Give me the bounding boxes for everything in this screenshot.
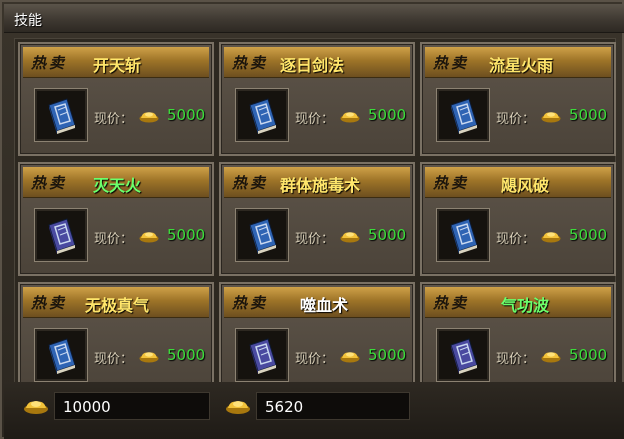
- card-header: 热卖 灭天火: [23, 167, 209, 198]
- skill-name: 开天斩: [93, 56, 142, 75]
- shop-item-card[interactable]: 热卖 群体施毒术现价： 5000: [219, 162, 415, 276]
- price-label: 现价：: [496, 232, 536, 247]
- price-label: 现价：: [496, 112, 536, 127]
- shop-item-card[interactable]: 热卖 噬血术现价： 5000: [219, 282, 415, 396]
- gold-ingot-icon: [340, 232, 360, 243]
- skill-name: 群体施毒术: [280, 176, 361, 195]
- gold-ingot-icon: [139, 232, 159, 243]
- purple-book-icon: [48, 218, 76, 254]
- hot-sale-label: 热卖: [232, 174, 269, 192]
- shop-item-card[interactable]: 热卖 逐日剑法现价： 5000: [219, 42, 415, 156]
- card-header: 热卖 开天斩: [23, 47, 209, 78]
- item-slot[interactable]: [235, 88, 289, 142]
- skill-name: 噬血术: [300, 296, 349, 315]
- skill-name: 灭天火: [93, 176, 142, 195]
- card-header: 热卖 流星火雨: [425, 47, 611, 78]
- item-slot[interactable]: [34, 328, 88, 382]
- hot-sale-label: 热卖: [433, 54, 470, 72]
- item-slot[interactable]: [34, 88, 88, 142]
- gold-amount-field: 10000: [54, 392, 210, 420]
- price-value: 5000: [569, 106, 608, 124]
- price-value: 5000: [368, 106, 407, 124]
- price-value: 5000: [569, 226, 608, 244]
- price-value: 5000: [569, 346, 608, 364]
- item-slot[interactable]: [235, 328, 289, 382]
- item-slot[interactable]: [235, 208, 289, 262]
- item-grid: 热卖 开天斩 现价： 5000 热卖 逐日剑法 现价： 5000 热卖 流星火雨 现价： 5000 热卖…: [14, 38, 616, 396]
- blue-book-icon: [48, 98, 76, 134]
- blue-book-icon: [48, 338, 76, 374]
- card-header: 热卖 群体施毒术: [224, 167, 410, 198]
- skill-name: 逐日剑法: [280, 56, 345, 75]
- window-title: 技能: [14, 13, 42, 29]
- price-label: 现价：: [295, 352, 335, 367]
- blue-book-icon: [450, 218, 478, 254]
- shop-item-card[interactable]: 热卖 流星火雨现价： 5000: [420, 42, 616, 156]
- shop-item-card[interactable]: 热卖 开天斩现价： 5000: [18, 42, 214, 156]
- item-slot[interactable]: [34, 208, 88, 262]
- blue-book-icon: [450, 98, 478, 134]
- title-bar[interactable]: 技能: [4, 4, 624, 33]
- shop-item-card[interactable]: 热卖 无极真气现价： 5000: [18, 282, 214, 396]
- item-slot[interactable]: [436, 88, 490, 142]
- gold-ingot-icon: [139, 352, 159, 363]
- shop-item-card[interactable]: 热卖 飓风破现价： 5000: [420, 162, 616, 276]
- gold-ingot-icon: [541, 112, 561, 123]
- purple-book-icon: [249, 338, 277, 374]
- price-value: 5000: [368, 226, 407, 244]
- gold-ingot-icon: [24, 401, 48, 414]
- gold-ingot-icon: [340, 352, 360, 363]
- hot-sale-label: 热卖: [433, 294, 470, 312]
- price-label: 现价：: [295, 112, 335, 127]
- price-label: 现价：: [94, 112, 134, 127]
- blue-book-icon: [249, 98, 277, 134]
- hot-sale-label: 热卖: [31, 174, 68, 192]
- skill-name: 流星火雨: [489, 56, 554, 75]
- skill-name: 无极真气: [85, 296, 150, 315]
- price-value: 5000: [368, 346, 407, 364]
- card-header: 热卖 飓风破: [425, 167, 611, 198]
- price-value: 5000: [167, 226, 206, 244]
- gold-ingot-icon: [139, 112, 159, 123]
- blue-book-icon: [249, 218, 277, 254]
- card-header: 热卖 逐日剑法: [224, 47, 410, 78]
- yuanbao-amount-field: 5620: [256, 392, 410, 420]
- card-header: 热卖 噬血术: [224, 287, 410, 318]
- hot-sale-label: 热卖: [232, 54, 269, 72]
- skill-name: 气功波: [501, 296, 550, 315]
- hot-sale-label: 热卖: [31, 54, 68, 72]
- gold-ingot-icon: [541, 232, 561, 243]
- price-value: 5000: [167, 346, 206, 364]
- card-header: 热卖 无极真气: [23, 287, 209, 318]
- gold-ingot-icon: [541, 352, 561, 363]
- price-label: 现价：: [94, 352, 134, 367]
- item-slot[interactable]: [436, 208, 490, 262]
- price-value: 5000: [167, 106, 206, 124]
- item-slot[interactable]: [436, 328, 490, 382]
- gold-ingot-icon: [340, 112, 360, 123]
- price-label: 现价：: [295, 232, 335, 247]
- currency-bar: 10000 5620: [4, 382, 624, 439]
- shop-item-card[interactable]: 热卖 气功波现价： 5000: [420, 282, 616, 396]
- hot-sale-label: 热卖: [433, 174, 470, 192]
- skill-name: 飓风破: [501, 176, 550, 195]
- price-label: 现价：: [94, 232, 134, 247]
- price-label: 现价：: [496, 352, 536, 367]
- skill-shop-window: 技能 热卖 开天斩 现价： 5000 热卖 逐日剑法 现价： 5000 热卖 流星火雨 现价： 500…: [0, 0, 624, 439]
- card-header: 热卖 气功波: [425, 287, 611, 318]
- purple-book-icon: [450, 338, 478, 374]
- shop-item-card[interactable]: 热卖 灭天火现价： 5000: [18, 162, 214, 276]
- yuanbao-ingot-icon: [226, 401, 250, 414]
- hot-sale-label: 热卖: [31, 294, 68, 312]
- hot-sale-label: 热卖: [232, 294, 269, 312]
